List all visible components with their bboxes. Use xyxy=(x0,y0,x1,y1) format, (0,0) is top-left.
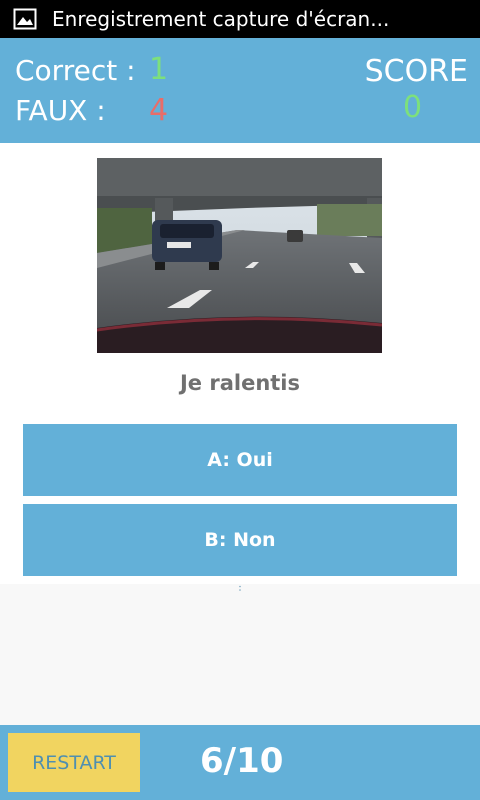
footer-bar: RESTART 6/10 xyxy=(0,725,480,800)
wrong-label: FAUX : xyxy=(15,94,106,127)
image-icon xyxy=(12,8,38,30)
status-bar: Enregistrement capture d'écran... xyxy=(0,0,480,38)
status-notification-text: Enregistrement capture d'écran... xyxy=(52,7,390,31)
answer-a-label: A: Oui xyxy=(207,449,273,471)
correct-label: Correct : xyxy=(15,54,136,87)
answer-b-label: B: Non xyxy=(204,529,276,551)
score-value: 0 xyxy=(403,90,423,125)
scroll-indicator-icon xyxy=(238,578,242,591)
score-label: SCORE xyxy=(364,54,468,89)
question-photo xyxy=(97,158,382,353)
app-screen: Enregistrement capture d'écran... Correc… xyxy=(0,0,480,800)
restart-button[interactable]: RESTART xyxy=(8,733,140,792)
question-progress: 6/10 xyxy=(200,741,284,781)
answer-a-button[interactable]: A: Oui xyxy=(23,424,457,496)
correct-count: 1 xyxy=(149,52,169,87)
question-text: Je ralentis xyxy=(179,371,301,395)
wrong-count: 4 xyxy=(149,93,169,128)
question-panel: Je ralentis A: Oui B: Non xyxy=(0,143,480,584)
answer-b-button[interactable]: B: Non xyxy=(23,504,457,576)
score-header: Correct : 1 FAUX : 4 SCORE 0 xyxy=(0,38,480,143)
